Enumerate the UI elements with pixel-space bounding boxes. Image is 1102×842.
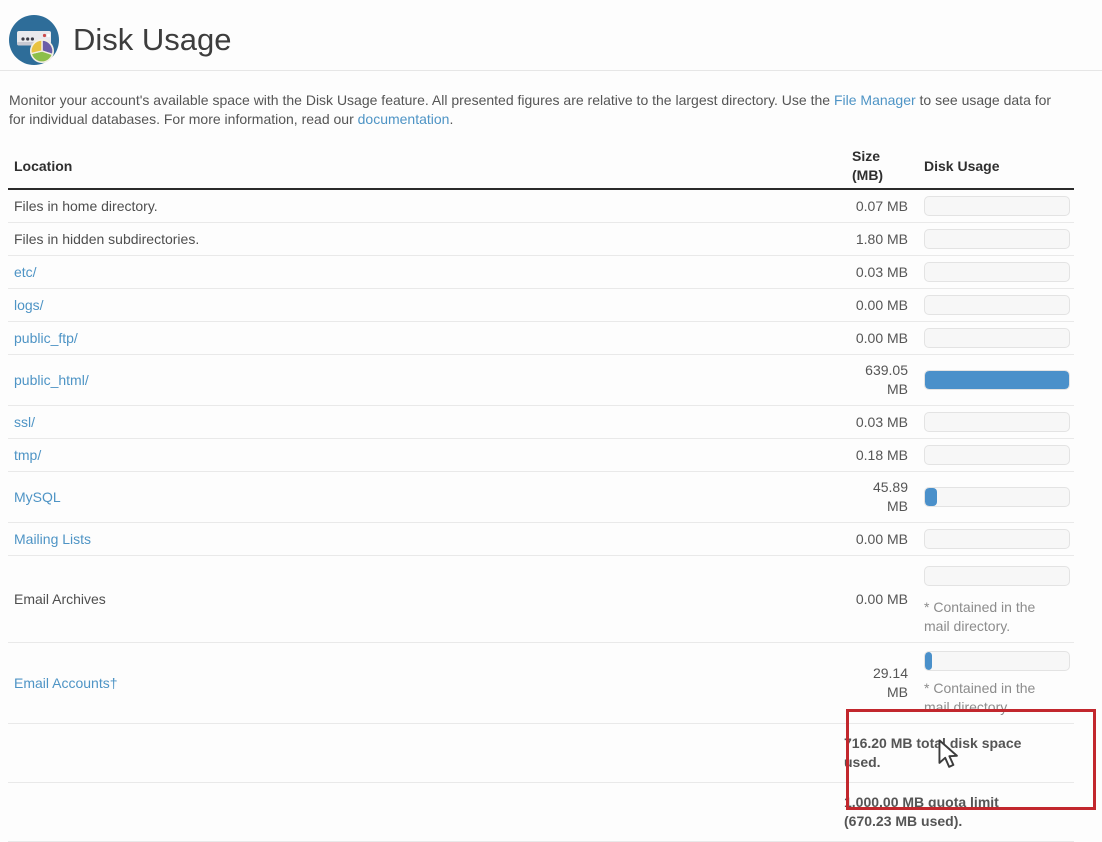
location-link-tmp[interactable]: tmp/ <box>14 447 41 463</box>
intro-line-1: Monitor your account's available space w… <box>9 91 1102 110</box>
disk-usage-bar <box>924 487 1070 507</box>
intro-text: for individual databases. For more infor… <box>9 111 358 127</box>
disk-usage-bar-fill <box>925 488 937 506</box>
size-value: 0.00 MB <box>844 289 916 322</box>
disk-usage-bar <box>924 328 1070 348</box>
disk-usage-bar <box>924 370 1070 390</box>
location-link-mysql[interactable]: MySQL <box>14 489 61 505</box>
table-header-row: Location Size (MB) Disk Usage <box>8 145 1074 189</box>
size-value: 0.07 MB <box>844 189 916 223</box>
disk-usage-bar <box>924 651 1070 671</box>
location-link-logs[interactable]: logs/ <box>14 297 44 313</box>
size-value: 0.00 MB <box>844 556 916 643</box>
disk-usage-bar <box>924 229 1070 249</box>
disk-usage-table: Location Size (MB) Disk Usage Files in h… <box>8 145 1074 842</box>
disk-usage-bar <box>924 412 1070 432</box>
page-title: Disk Usage <box>73 22 232 58</box>
size-value: 0.00 MB <box>844 523 916 556</box>
size-value: 0.18 MB <box>844 439 916 472</box>
intro-text: to see usage data for <box>916 92 1051 108</box>
summary-row: 1,000.00 MB quota limit (670.23 MB used)… <box>8 783 1074 842</box>
disk-usage-bar <box>924 295 1070 315</box>
location-label: Email Archives <box>14 591 106 607</box>
disk-usage-bar <box>924 262 1070 282</box>
table-row: public_ftp/ 0.00 MB <box>8 322 1074 355</box>
size-value: 45.89 MB <box>844 472 916 523</box>
table-row: MySQL 45.89 MB <box>8 472 1074 523</box>
file-manager-link[interactable]: File Manager <box>834 92 916 108</box>
column-header-size: Size (MB) <box>844 145 916 189</box>
disk-usage-bar-fill <box>925 371 1069 389</box>
table-row: Files in home directory. 0.07 MB <box>8 189 1074 223</box>
table-row: Files in hidden subdirectories. 1.80 MB <box>8 223 1074 256</box>
table-row: Email Accounts† 29.14 MB * Contained in … <box>8 643 1074 724</box>
table-row: ssl/ 0.03 MB <box>8 406 1074 439</box>
disk-usage-bar <box>924 566 1070 586</box>
location-link-etc[interactable]: etc/ <box>14 264 37 280</box>
location-link-email-accounts[interactable]: Email Accounts† <box>14 675 118 691</box>
location-link-mailing-lists[interactable]: Mailing Lists <box>14 531 91 547</box>
mail-directory-note: * Contained in the mail directory. <box>924 679 1074 717</box>
table-row: logs/ 0.00 MB <box>8 289 1074 322</box>
disk-usage-icon <box>8 14 60 66</box>
quota-limit: 1,000.00 MB quota limit (670.23 MB used)… <box>844 793 1074 831</box>
location-label: Files in home directory. <box>14 198 158 214</box>
size-value: 0.00 MB <box>844 322 916 355</box>
location-link-ssl[interactable]: ssl/ <box>14 414 35 430</box>
size-value: 0.03 MB <box>844 406 916 439</box>
documentation-link[interactable]: documentation <box>358 111 450 127</box>
table-row: Mailing Lists 0.00 MB <box>8 523 1074 556</box>
size-value: 639.05 MB <box>844 355 916 406</box>
size-value: 29.14 MB <box>844 643 916 724</box>
page-header: Disk Usage <box>0 0 1102 71</box>
size-value: 0.03 MB <box>844 256 916 289</box>
mail-directory-note: * Contained in the mail directory. <box>924 598 1074 636</box>
intro-paragraph: Monitor your account's available space w… <box>9 91 1102 129</box>
location-label: Files in hidden subdirectories. <box>14 231 199 247</box>
intro-text: . <box>449 111 453 127</box>
disk-usage-bar <box>924 196 1070 216</box>
summary-row: 716.20 MB total disk space used. <box>8 724 1074 783</box>
intro-text: Monitor your account's available space w… <box>9 92 834 108</box>
table-row: Email Archives 0.00 MB * Contained in th… <box>8 556 1074 643</box>
disk-usage-bar <box>924 529 1070 549</box>
disk-usage-bar-fill <box>925 652 932 670</box>
size-value: 1.80 MB <box>844 223 916 256</box>
table-row: etc/ 0.03 MB <box>8 256 1074 289</box>
table-row: tmp/ 0.18 MB <box>8 439 1074 472</box>
location-link-public-html[interactable]: public_html/ <box>14 372 89 388</box>
location-link-public-ftp[interactable]: public_ftp/ <box>14 330 78 346</box>
column-header-disk-usage: Disk Usage <box>916 145 1074 189</box>
total-disk-space-used: 716.20 MB total disk space used. <box>844 734 1074 772</box>
table-row: public_html/ 639.05 MB <box>8 355 1074 406</box>
disk-usage-bar <box>924 445 1070 465</box>
intro-line-2: for individual databases. For more infor… <box>9 110 1102 129</box>
column-header-location: Location <box>8 145 844 189</box>
